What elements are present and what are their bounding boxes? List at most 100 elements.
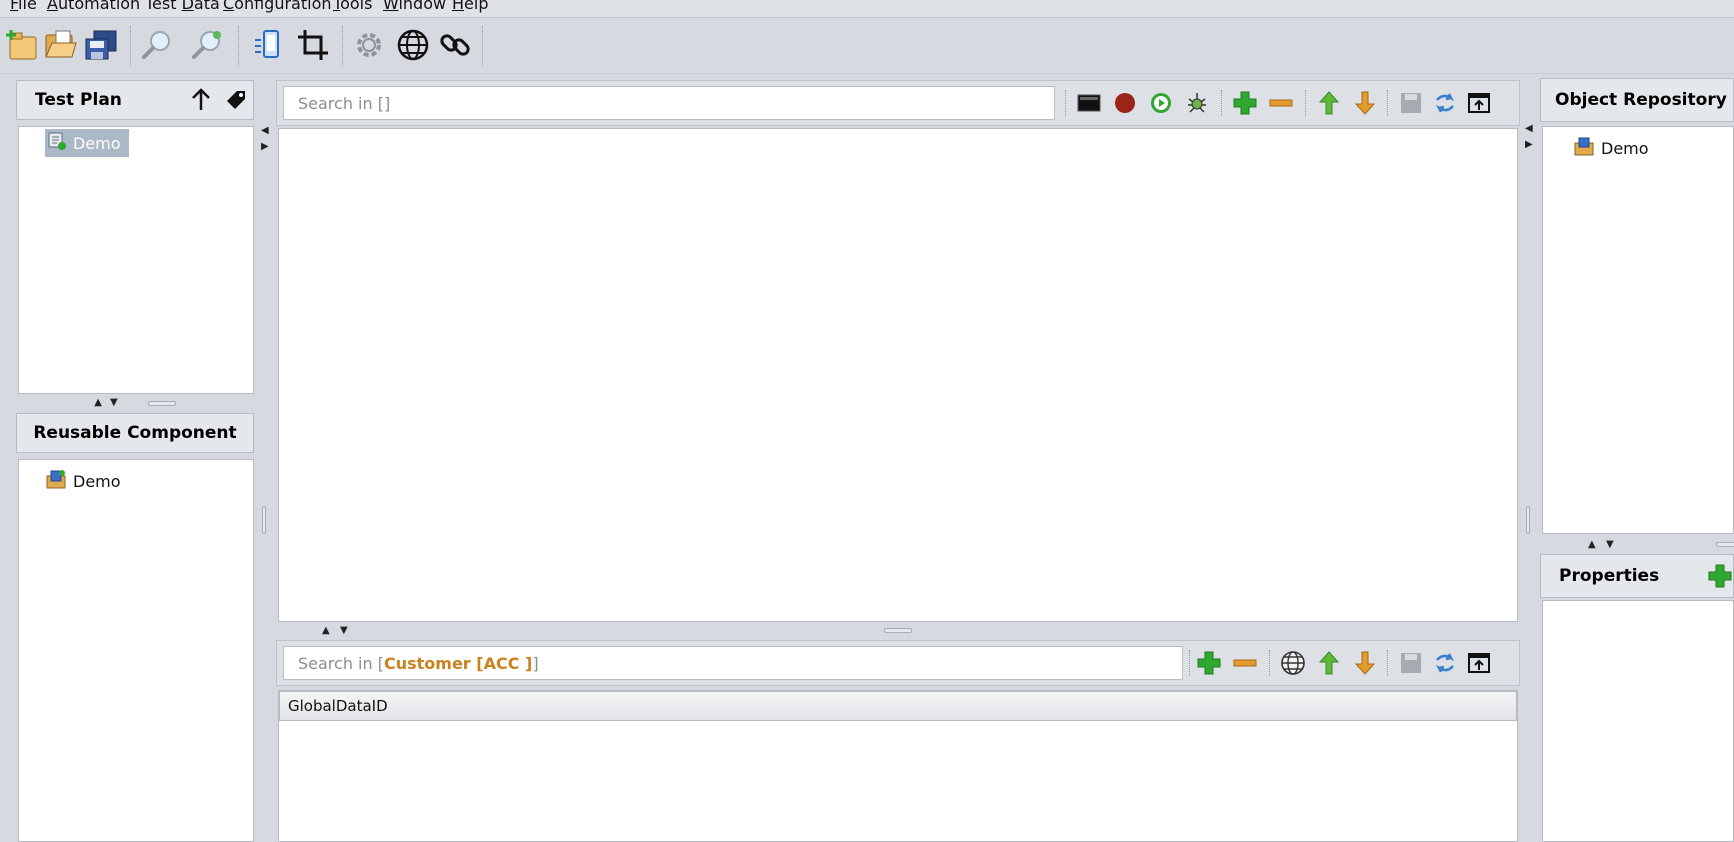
test-steps-table[interactable] xyxy=(278,128,1518,622)
toolbar-separator xyxy=(1387,90,1388,116)
test-data-toolbar: Search in [ Customer [ACC ] ] xyxy=(276,640,1520,686)
menu-file[interactable]: File xyxy=(10,0,37,13)
menu-configuration[interactable]: Configuration xyxy=(223,0,332,13)
reusable-component-title: Reusable Component xyxy=(33,423,237,443)
center-right-splitter[interactable]: ◀ ▶ xyxy=(1522,80,1536,842)
link-icon[interactable] xyxy=(436,26,474,64)
test-plan-header: Test Plan xyxy=(16,80,254,120)
test-plan-node-icon xyxy=(47,131,67,155)
toolbar-separator xyxy=(1305,90,1306,116)
editor-toolbar: Search in [ ] xyxy=(276,80,1520,126)
menu-tools[interactable]: Tools xyxy=(333,0,372,13)
search-icon[interactable] xyxy=(138,26,176,64)
properties-table[interactable] xyxy=(1542,600,1734,842)
collapse-left-icon[interactable]: ◀ xyxy=(1525,124,1533,134)
detach-window-icon[interactable] xyxy=(1465,89,1493,117)
test-data-table[interactable]: GlobalDataID xyxy=(278,690,1518,842)
tree-item[interactable]: Demo xyxy=(45,129,129,157)
properties-title: Properties xyxy=(1559,566,1660,586)
tree-item[interactable]: Demo xyxy=(1573,135,1649,161)
test-data-search-input[interactable]: Search in [ Customer [ACC ] ] xyxy=(283,646,1183,680)
move-down-icon[interactable] xyxy=(1351,89,1379,117)
splitter-grip[interactable] xyxy=(147,400,176,406)
search-scope: Customer [ACC ] xyxy=(383,653,533,673)
toolbar-separator xyxy=(130,26,131,66)
toolbar-separator xyxy=(1221,90,1222,116)
crop-icon[interactable] xyxy=(294,26,332,64)
open-project-icon[interactable] xyxy=(42,26,80,64)
toolbar-separator xyxy=(1387,650,1388,676)
refresh-icon[interactable] xyxy=(1431,649,1459,677)
add-step-icon[interactable] xyxy=(1231,89,1259,117)
search-suffix: ] xyxy=(532,653,539,673)
center-splitter[interactable]: ▲ ▼ xyxy=(276,624,1520,638)
reusable-folder-icon xyxy=(45,468,67,494)
mobile-device-icon[interactable] xyxy=(250,26,288,64)
expand-right-icon[interactable]: ▶ xyxy=(261,142,269,152)
add-row-icon[interactable] xyxy=(1195,649,1223,677)
remove-row-icon[interactable] xyxy=(1231,649,1259,677)
toolbar-separator xyxy=(1065,90,1066,116)
reusable-component-header: Reusable Component xyxy=(16,413,254,453)
move-up-icon[interactable] xyxy=(1315,649,1343,677)
collapse-left-icon[interactable]: ◀ xyxy=(261,126,269,136)
detach-window-icon[interactable] xyxy=(1465,649,1493,677)
move-up-icon[interactable] xyxy=(1315,89,1343,117)
splitter-grip[interactable] xyxy=(1716,542,1734,547)
editor-search-input[interactable]: Search in [ ] xyxy=(283,86,1055,120)
search-suffix: ] xyxy=(383,93,391,113)
save-icon[interactable] xyxy=(1397,89,1425,117)
menu-help[interactable]: Help xyxy=(452,0,488,13)
collapse-down-icon[interactable]: ▼ xyxy=(340,626,348,636)
tree-item-label: Demo xyxy=(73,471,121,491)
record-icon[interactable] xyxy=(1111,89,1139,117)
search-prefix: Search in [ xyxy=(298,93,384,113)
menu-automation[interactable]: Automation xyxy=(47,0,140,13)
toolbar-separator xyxy=(1189,650,1190,676)
splitter-grip[interactable] xyxy=(262,506,266,534)
move-down-icon[interactable] xyxy=(1351,649,1379,677)
properties-header: Properties xyxy=(1540,554,1734,598)
object-repository-title: Object Repository xyxy=(1555,90,1727,110)
main-toolbar xyxy=(0,18,1734,74)
new-project-icon[interactable] xyxy=(2,26,40,64)
collapse-down-icon[interactable]: ▼ xyxy=(110,398,118,408)
menu-window[interactable]: Window xyxy=(383,0,446,13)
settings-gear-icon[interactable] xyxy=(350,26,388,64)
object-repository-tree: Demo xyxy=(1542,126,1734,534)
column-header-globaldataid[interactable]: GlobalDataID xyxy=(279,691,1517,721)
right-splitter[interactable]: ▲ ▼ xyxy=(1540,538,1734,552)
menu-bar: File Automation Test Data Configuration … xyxy=(0,0,1734,18)
run-icon[interactable] xyxy=(1147,89,1175,117)
debug-icon[interactable] xyxy=(1183,89,1211,117)
splitter-grip[interactable] xyxy=(884,628,912,633)
collapse-up-icon[interactable]: ▲ xyxy=(322,626,330,636)
tag-icon[interactable] xyxy=(223,87,249,118)
left-center-splitter[interactable]: ◀ ▶ xyxy=(258,80,272,842)
globe-icon[interactable] xyxy=(394,26,432,64)
expand-right-icon[interactable]: ▶ xyxy=(1525,140,1533,150)
sort-up-icon[interactable] xyxy=(189,87,213,118)
console-icon[interactable] xyxy=(1075,89,1103,117)
add-property-icon[interactable] xyxy=(1707,563,1733,594)
splitter-grip[interactable] xyxy=(1526,506,1530,534)
toolbar-separator xyxy=(238,26,239,66)
test-plan-title: Test Plan xyxy=(35,90,122,110)
menu-test-data[interactable]: Test Data xyxy=(145,0,220,13)
tree-item-label: Demo xyxy=(1601,138,1649,158)
left-splitter[interactable]: ▲ ▼ xyxy=(16,396,254,410)
save-all-icon[interactable] xyxy=(82,26,120,64)
reusable-component-tree: Demo xyxy=(18,459,254,842)
collapse-up-icon[interactable]: ▲ xyxy=(1588,540,1596,550)
test-plan-tree: Demo xyxy=(18,126,254,394)
refresh-icon[interactable] xyxy=(1431,89,1459,117)
globe-icon[interactable] xyxy=(1279,649,1307,677)
search-prefix: Search in [ xyxy=(298,653,384,673)
toolbar-separator xyxy=(1269,650,1270,676)
tree-item[interactable]: Demo xyxy=(45,468,121,494)
remove-step-icon[interactable] xyxy=(1267,89,1295,117)
search-settings-icon[interactable] xyxy=(188,26,226,64)
collapse-up-icon[interactable]: ▲ xyxy=(94,398,102,408)
save-icon[interactable] xyxy=(1397,649,1425,677)
collapse-down-icon[interactable]: ▼ xyxy=(1606,540,1614,550)
